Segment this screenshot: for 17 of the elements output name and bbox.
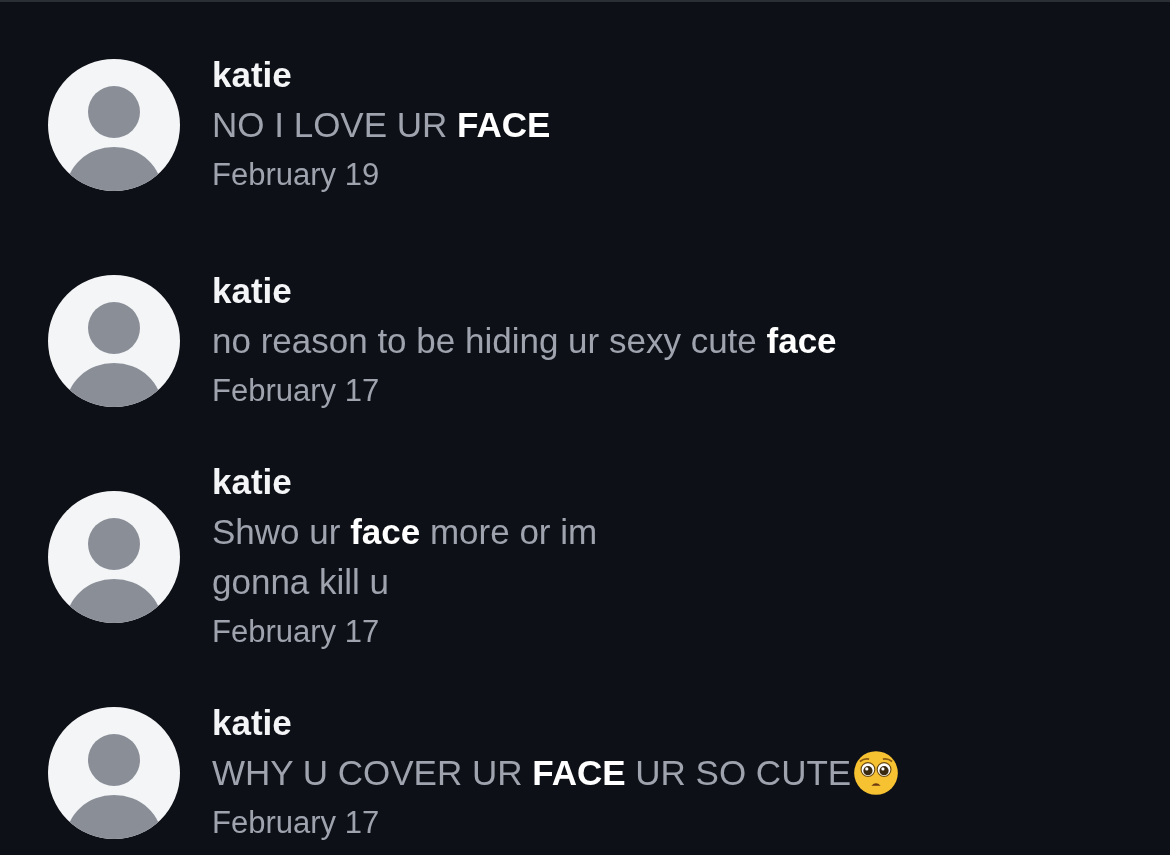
message-text: no reason to be hiding ur sexy cute face bbox=[212, 320, 837, 362]
message-date: February 19 bbox=[212, 156, 381, 194]
message-text: NO I LOVE UR FACE bbox=[212, 104, 551, 146]
message-date: February 17 bbox=[212, 804, 381, 842]
message-text: WHY U COVER UR FACE UR SO CUTE bbox=[212, 752, 852, 794]
avatar-silhouette-icon bbox=[48, 707, 180, 839]
avatar-silhouette-icon bbox=[48, 275, 180, 407]
sender-name: katie bbox=[212, 270, 293, 312]
avatar-silhouette-icon bbox=[48, 491, 180, 623]
message-date: February 17 bbox=[212, 613, 381, 651]
sender-name: katie bbox=[212, 461, 293, 503]
sender-name: katie bbox=[212, 702, 293, 744]
avatar-silhouette-icon bbox=[48, 59, 180, 191]
message-text: gonna kill u bbox=[212, 561, 390, 603]
sender-name: katie bbox=[212, 54, 293, 96]
message-date: February 17 bbox=[212, 372, 381, 410]
message-text: Shwo ur face more or im bbox=[212, 511, 598, 553]
